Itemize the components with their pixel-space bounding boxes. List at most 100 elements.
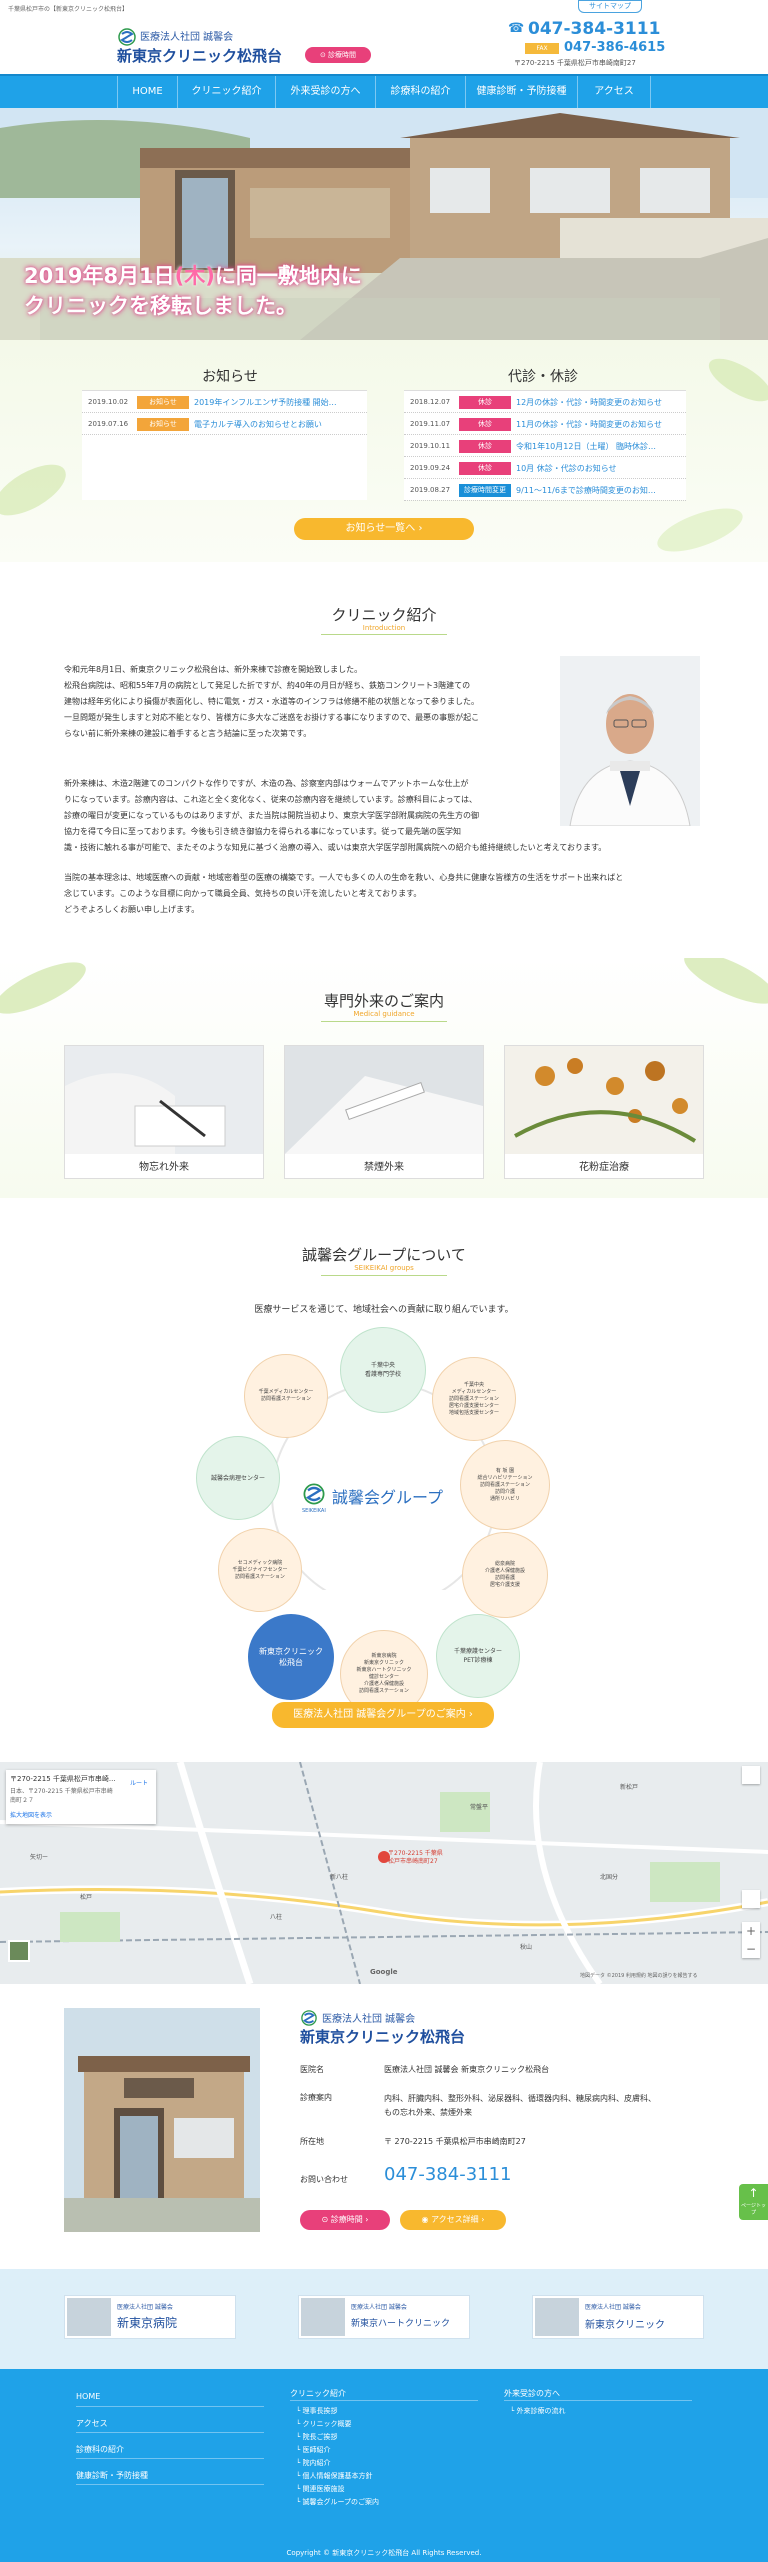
header-clinic-name[interactable]: 新東京クリニック松飛台 bbox=[117, 45, 282, 66]
group-node-sosen[interactable]: 総泉病院 介護老人保健施設 訪問看護 居宅介護支援 bbox=[462, 1532, 548, 1618]
hero-headline-1: 2019年8月1日(木)に同一敷地内に bbox=[24, 260, 362, 290]
banner-heart-clinic[interactable]: 医療法人社団 誠馨会 新東京ハートクリニック bbox=[298, 2295, 470, 2339]
chevron-right-icon: › bbox=[478, 2215, 485, 2224]
footer-link-home[interactable]: HOME bbox=[76, 2392, 100, 2401]
news-text[interactable]: 電子カルテ導入のお知らせとお願い bbox=[194, 419, 364, 430]
info-access-button[interactable]: ◉ アクセス詳細 › bbox=[400, 2210, 506, 2230]
map-enlarge-link[interactable]: 拡大地図を表示 bbox=[10, 1810, 152, 1819]
banner-shintokyo-hospital[interactable]: 医療法人社団 誠馨会 新東京病院 bbox=[64, 2295, 236, 2339]
footer-col3-title[interactable]: 外来受診の方へ bbox=[504, 2388, 560, 2399]
banner-name: 新東京病院 bbox=[117, 2316, 178, 2330]
info-access-label: アクセス詳細 bbox=[431, 2215, 479, 2224]
map-route-link[interactable]: ルート bbox=[130, 1778, 148, 1787]
group-node-school[interactable]: 千葉中央 看護専門学校 bbox=[340, 1327, 426, 1413]
nav-access[interactable]: アクセス bbox=[577, 76, 651, 108]
group-center-logo: 誠馨会グループ SEIKEIKAI bbox=[302, 1482, 472, 1518]
site-tagline: 千葉県松戸市の【新東京クリニック松飛台】 bbox=[8, 6, 129, 13]
closure-text[interactable]: 9/11～11/6まで診療時間変更のお知… bbox=[516, 485, 684, 496]
closure-badge: 診療時間変更 bbox=[459, 484, 511, 497]
info-hours-label: 診療時間 bbox=[330, 2215, 363, 2224]
map-place: 八柱 bbox=[270, 1914, 283, 1921]
zoom-out-icon[interactable]: − bbox=[742, 1940, 760, 1958]
footer-sublink-label: 院内紹介 bbox=[302, 2459, 331, 2467]
group-guide-button[interactable]: 医療法人社団 誠馨会グループのご案内 › bbox=[272, 1702, 494, 1728]
footer-sublink[interactable]: └ 医師紹介 bbox=[296, 2445, 330, 2455]
specialty-card-memory[interactable]: 物忘れ外来 bbox=[64, 1045, 264, 1179]
news-date: 2019.10.02 bbox=[88, 398, 129, 406]
closure-text[interactable]: 11月の休診・代診・時間変更のお知らせ bbox=[516, 419, 684, 430]
group-node-chiba-medical[interactable]: 千葉中央 メディカルセンター 訪問看護ステーション 居宅介護支援センター 地域包… bbox=[432, 1357, 516, 1441]
closure-item[interactable]: 2019.10.11 休診 令和1年10月12日（土曜） 臨時休診… bbox=[404, 437, 686, 457]
pagetop-button[interactable]: ↑ ページトップ bbox=[739, 2184, 768, 2220]
header-tel[interactable]: 047-384-3111 bbox=[508, 19, 660, 39]
map-place: 常盤平 bbox=[470, 1804, 489, 1811]
no-smoking-image bbox=[285, 1046, 483, 1154]
footer-link-access[interactable]: アクセス bbox=[76, 2418, 108, 2429]
footer-sublink[interactable]: └ 理事長挨拶 bbox=[296, 2406, 337, 2416]
group-node-label: 千葉メディカルセンター 訪問看護ステーション bbox=[258, 1389, 314, 1402]
footer-sublink[interactable]: └ 関連医療施設 bbox=[296, 2484, 344, 2494]
group-node-pathology[interactable]: 誠馨会病理センター bbox=[196, 1436, 280, 1520]
footer-col2-title[interactable]: クリニック紹介 bbox=[290, 2388, 346, 2399]
closures-title: 代診・休診 bbox=[508, 369, 578, 385]
news-list-button[interactable]: お知らせ一覧へ › bbox=[294, 518, 474, 540]
banner-shintokyo-clinic[interactable]: 医療法人社団 誠馨会 新東京クリニック bbox=[532, 2295, 704, 2339]
footer-sublink[interactable]: └ 誠馨会グループのご案内 bbox=[296, 2497, 379, 2507]
group-node-label: 総泉病院 介護老人保健施設 訪問看護 居宅介護支援 bbox=[484, 1561, 525, 1588]
footer-sublink[interactable]: └ 院内紹介 bbox=[296, 2458, 330, 2468]
intro-line: 当院の基本理念は、地域医療への貢献・地域密着型の医療の構築です。一人でも多くの人… bbox=[64, 873, 624, 882]
fullscreen-icon[interactable] bbox=[742, 1766, 760, 1784]
closure-item[interactable]: 2019.09.24 休診 10月 休診・代診のお知らせ bbox=[404, 459, 686, 479]
pegman-icon[interactable] bbox=[742, 1890, 760, 1908]
news-item[interactable]: 2019.07.16 お知らせ 電子カルテ導入のお知らせとお願い bbox=[82, 415, 367, 435]
hero-day: (木) bbox=[174, 264, 215, 288]
fax-badge: FAX bbox=[525, 43, 559, 54]
closure-text[interactable]: 令和1年10月12日（土曜） 臨時休診… bbox=[516, 441, 684, 452]
closure-text[interactable]: 10月 休診・代診のお知らせ bbox=[516, 463, 684, 474]
nav-departments[interactable]: 診療科の紹介 bbox=[375, 76, 465, 108]
closure-badge: 休診 bbox=[459, 396, 511, 409]
closure-item[interactable]: 2019.08.27 診療時間変更 9/11～11/6まで診療時間変更のお知… bbox=[404, 481, 686, 501]
group-node-secomedic[interactable]: セコメディック病院 千葉ビジナイフセンター 訪問看護ステーション bbox=[218, 1528, 302, 1612]
sitemap-link[interactable]: サイトマップ bbox=[578, 0, 642, 13]
info-value: 内科、肝臓内科、整形外科、泌尿器科、循環器内科、糖尿病内科、皮膚科、 もの忘れ外… bbox=[384, 2094, 656, 2117]
nav-home[interactable]: HOME bbox=[117, 76, 177, 108]
map-marker-label[interactable]: 〒270-2215 千葉県 松戸市串崎南町27 bbox=[388, 1850, 443, 1866]
nav-clinic-intro[interactable]: クリニック紹介 bbox=[177, 76, 275, 108]
page-root: 千葉県松戸市の【新東京クリニック松飛台】 サイトマップ 医療法人社団 誠馨会 新… bbox=[0, 0, 768, 2562]
map-place: 矢切ー bbox=[30, 1854, 49, 1861]
news-badge: お知らせ bbox=[137, 418, 189, 431]
footer-sublink[interactable]: └ 外来診療の流れ bbox=[510, 2406, 565, 2416]
chevron-right-icon: › bbox=[362, 2215, 369, 2224]
info-hours-button[interactable]: ⊙ 診療時間 › bbox=[300, 2210, 390, 2230]
hero-line2-rest: しました。 bbox=[192, 294, 297, 318]
specialty-card-pollen[interactable]: 花粉症治療 bbox=[504, 1045, 704, 1179]
footer-sublink[interactable]: └ クリニック概要 bbox=[296, 2419, 351, 2429]
satellite-toggle[interactable] bbox=[8, 1940, 30, 1962]
group-node-chiba-medical-center[interactable]: 千葉メディカルセンター 訪問看護ステーション bbox=[244, 1354, 328, 1438]
hours-button[interactable]: ⊙ 診療時間 bbox=[305, 47, 371, 63]
global-nav: HOME クリニック紹介 外来受診の方へ 診療科の紹介 健康診断・予防接種 アク… bbox=[0, 74, 768, 108]
footer-sublink[interactable]: └ 院長ご挨拶 bbox=[296, 2432, 337, 2442]
news-text[interactable]: 2019年インフルエンザ予防接種 開始… bbox=[194, 397, 364, 408]
footer-link-departments[interactable]: 診療科の紹介 bbox=[76, 2444, 124, 2455]
group-node-arisaka[interactable]: 有 坂 園 総合リハビリテーション 訪問看護ステーション 訪問介護 通所リハビリ bbox=[460, 1440, 550, 1530]
info-tel[interactable]: 047-384-3111 bbox=[384, 2164, 512, 2185]
nav-checkup[interactable]: 健康診断・予防接種 bbox=[465, 76, 577, 108]
group-node-ryogo[interactable]: 千葉療護センター PET診療棟 bbox=[436, 1614, 520, 1698]
map-credit: 地図データ ©2019 利用規約 地図の誤りを報告する bbox=[580, 1973, 698, 1979]
closure-text[interactable]: 12月の休診・代診・時間変更のお知らせ bbox=[516, 397, 684, 408]
group-node-label: 新東京クリニック 松飛台 bbox=[259, 1647, 323, 1667]
group-node-matsuhidai[interactable]: 新東京クリニック 松飛台 bbox=[248, 1614, 334, 1700]
closure-item[interactable]: 2019.11.07 休診 11月の休診・代診・時間変更のお知らせ bbox=[404, 415, 686, 435]
footer-sublink[interactable]: └ 個人情報保護基本方針 bbox=[296, 2471, 372, 2481]
closure-date: 2019.10.11 bbox=[410, 442, 451, 450]
nav-outpatient[interactable]: 外来受診の方へ bbox=[275, 76, 375, 108]
zoom-in-icon[interactable]: + bbox=[742, 1922, 760, 1940]
pollen-image bbox=[505, 1046, 703, 1154]
closure-item[interactable]: 2018.12.07 休診 12月の休診・代診・時間変更のお知らせ bbox=[404, 393, 686, 413]
footer-link-checkup[interactable]: 健康診断・予防接種 bbox=[76, 2470, 148, 2481]
specialty-card-smoking[interactable]: 禁煙外来 bbox=[284, 1045, 484, 1179]
news-item[interactable]: 2019.10.02 お知らせ 2019年インフルエンザ予防接種 開始… bbox=[82, 393, 367, 413]
google-map[interactable]: 〒270-2215 千葉県松戸市串崎... 日本、〒270-2215 千葉県松戸… bbox=[0, 1762, 768, 1984]
